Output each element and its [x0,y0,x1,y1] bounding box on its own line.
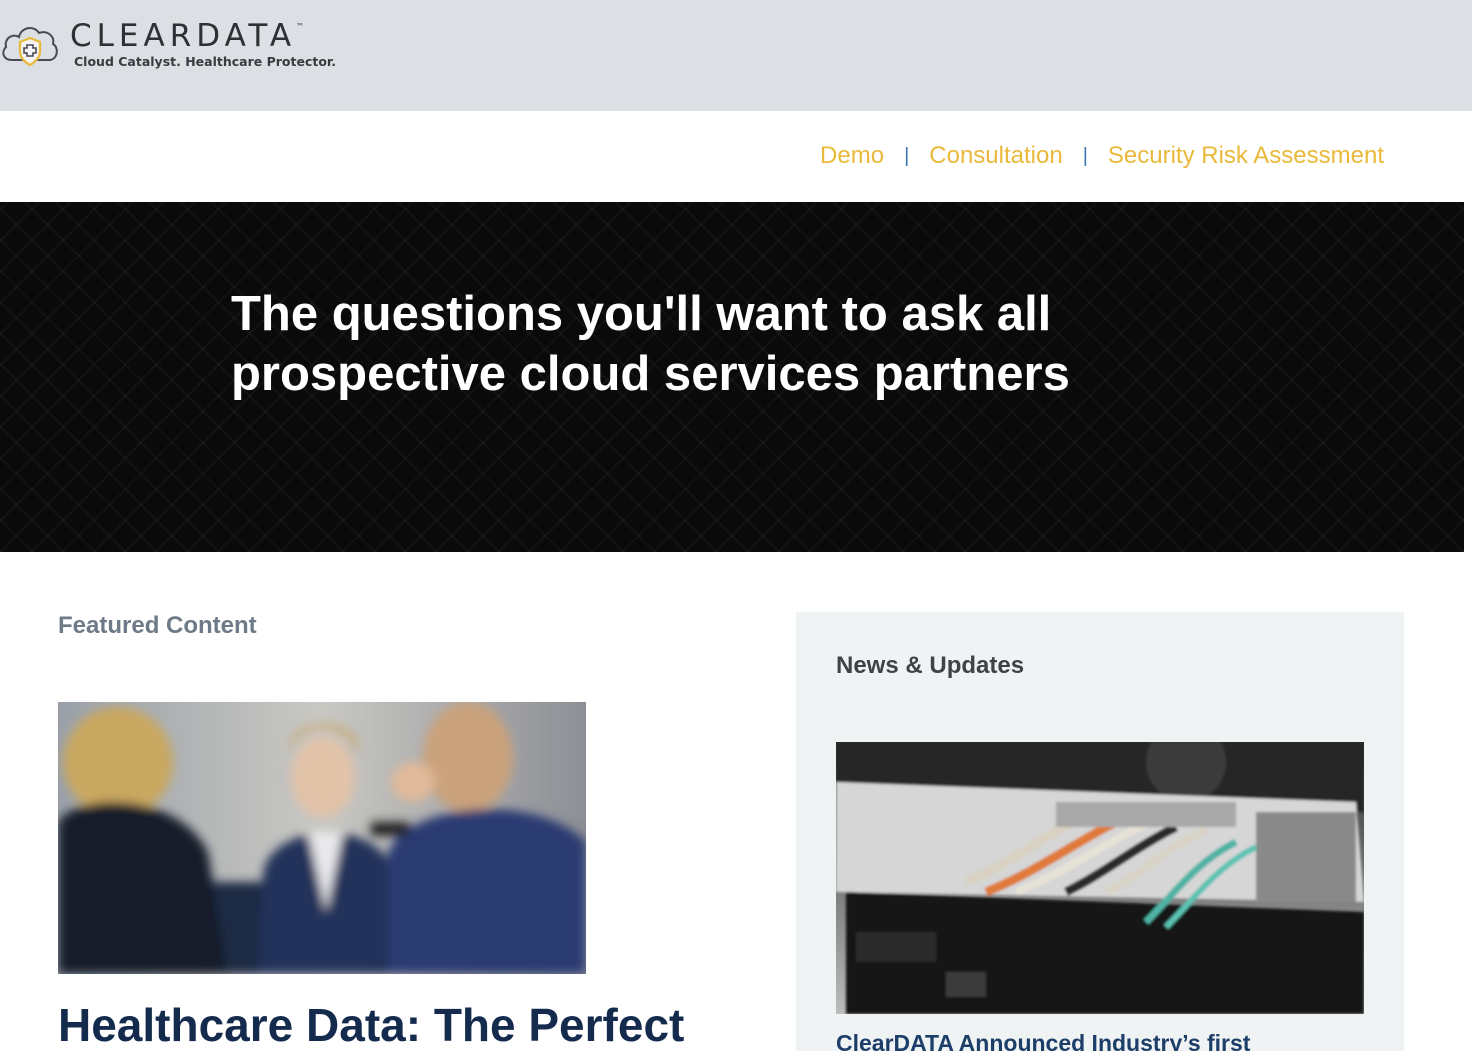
site-header: CLEARDATA™ Cloud Catalyst. Healthcare Pr… [0,0,1472,111]
cloud-shield-icon [2,27,58,67]
nav-link-security-risk-assessment[interactable]: Security Risk Assessment [1108,142,1384,170]
business-meeting-photo-icon [58,702,586,974]
nav-link-consultation[interactable]: Consultation [929,142,1062,170]
featured-content-heading: Featured Content [58,612,257,639]
hero-banner: The questions you'll want to ask all pro… [0,202,1464,552]
featured-image[interactable] [58,702,586,974]
cleardata-logo[interactable]: CLEARDATA™ Cloud Catalyst. Healthcare Pr… [0,16,380,76]
cta-links: Demo | Consultation | Security Risk Asse… [820,142,1384,170]
news-image[interactable] [836,742,1364,1014]
server-rack-cables-photo-icon [836,742,1364,1014]
logo-wordmark: CLEARDATA™ [70,18,305,54]
news-updates-heading: News & Updates [836,652,1025,679]
nav-separator: | [1082,144,1088,167]
featured-article-title[interactable]: Healthcare Data: The Perfect [58,998,758,1051]
nav-link-demo[interactable]: Demo [820,142,884,170]
nav-separator: | [904,144,910,167]
news-headline[interactable]: ClearDATA Announced Industry’s first [836,1030,1396,1051]
secondary-nav: Demo | Consultation | Security Risk Asse… [0,111,1472,202]
hero-title: The questions you'll want to ask all pro… [231,287,1070,401]
logo-tagline: Cloud Catalyst. Healthcare Protector. [74,54,337,69]
news-panel: News & Updates ClearDATA Announced Indus… [796,612,1404,1051]
